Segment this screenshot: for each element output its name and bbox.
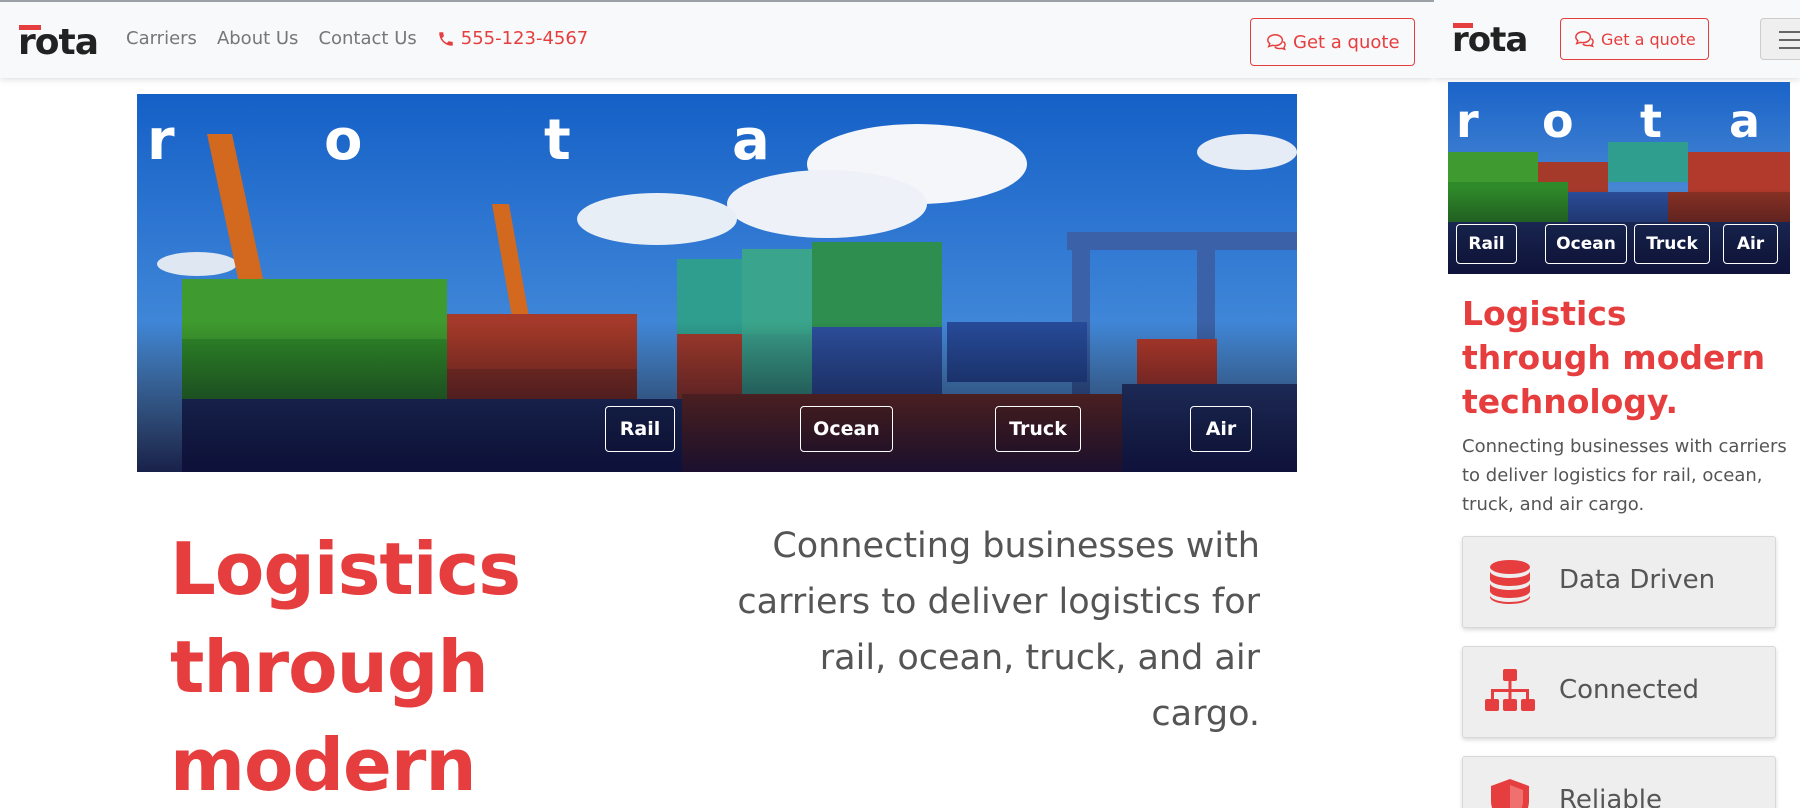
get-quote-label: Get a quote: [1293, 31, 1400, 53]
hero-letter-r: r: [1456, 94, 1479, 148]
hamburger-line: [1779, 39, 1800, 41]
mode-button-air[interactable]: Air: [1723, 224, 1778, 264]
get-quote-button[interactable]: Get a quote: [1250, 18, 1415, 66]
feature-label: Reliable: [1559, 785, 1662, 808]
hero-letter-o: o: [1542, 94, 1574, 148]
mode-button-air[interactable]: Air: [1190, 406, 1252, 452]
hamburger-menu-button[interactable]: [1760, 18, 1800, 60]
desktop-view: rota Carriers About Us Contact Us 555-12…: [0, 0, 1434, 808]
mode-button-ocean[interactable]: Ocean: [1545, 224, 1627, 264]
feature-label: Connected: [1559, 675, 1700, 705]
container-port-image: [137, 94, 1297, 472]
hero-letter-t: t: [544, 108, 571, 173]
mobile-hero-banner: r o t a Rail Ocean Truck Air: [1448, 82, 1790, 274]
feature-label: Data Driven: [1559, 565, 1716, 595]
hero-letter-r: r: [147, 108, 175, 173]
nav-link-carriers[interactable]: Carriers: [126, 28, 197, 49]
hamburger-line: [1779, 31, 1800, 33]
page-tagline: Connecting businesses with carriers to d…: [737, 526, 1260, 734]
nav-link-contact[interactable]: Contact Us: [318, 28, 416, 49]
phone-icon: [439, 31, 453, 46]
chat-icon: [1267, 33, 1286, 51]
logo-accent-bar: [19, 25, 41, 30]
mode-button-ocean[interactable]: Ocean: [800, 406, 893, 452]
hero-letter-a: a: [732, 108, 770, 173]
page-headline: Logistics through modern: [170, 527, 521, 807]
mobile-get-quote-button[interactable]: Get a quote: [1560, 18, 1709, 60]
mobile-brand-logo[interactable]: rota: [1452, 20, 1528, 60]
top-navbar: rota Carriers About Us Contact Us 555-12…: [0, 0, 1434, 78]
mode-button-truck[interactable]: Truck: [1634, 224, 1710, 264]
mode-button-rail[interactable]: Rail: [1456, 224, 1517, 264]
chat-icon: [1575, 30, 1594, 48]
feature-card-reliable[interactable]: Reliable: [1462, 756, 1776, 808]
hero-banner: r o t a Rail Ocean Truck Air: [137, 94, 1297, 472]
hero-letter-o: o: [324, 108, 363, 173]
mobile-view: rota Get a quote r o t a Rail Ocean Truc…: [1434, 0, 1800, 808]
phone-link[interactable]: 555-123-4567: [437, 28, 589, 49]
network-icon: [1485, 669, 1535, 711]
feature-card-data-driven[interactable]: Data Driven: [1462, 536, 1776, 628]
mode-button-truck[interactable]: Truck: [995, 406, 1081, 452]
get-quote-label: Get a quote: [1601, 29, 1696, 49]
brand-logo[interactable]: rota: [18, 22, 99, 63]
feature-card-connected[interactable]: Connected: [1462, 646, 1776, 738]
hero-letter-a: a: [1729, 94, 1761, 148]
database-icon: [1490, 560, 1530, 604]
phone-number: 555-123-4567: [460, 28, 589, 49]
page-headline: Logistics through modern technology.: [1462, 294, 1766, 421]
page-tagline: Connecting businesses with carriers to d…: [1462, 436, 1787, 515]
nav-link-about[interactable]: About Us: [217, 28, 299, 49]
logo-accent-bar: [1453, 23, 1473, 28]
hero-letter-t: t: [1640, 94, 1662, 148]
mobile-navbar: rota Get a quote: [1434, 0, 1800, 78]
nav-links: Carriers About Us Contact Us 555-123-456…: [126, 28, 588, 49]
shield-icon: [1491, 779, 1529, 808]
mode-button-rail[interactable]: Rail: [605, 406, 675, 452]
hamburger-line: [1779, 47, 1800, 49]
